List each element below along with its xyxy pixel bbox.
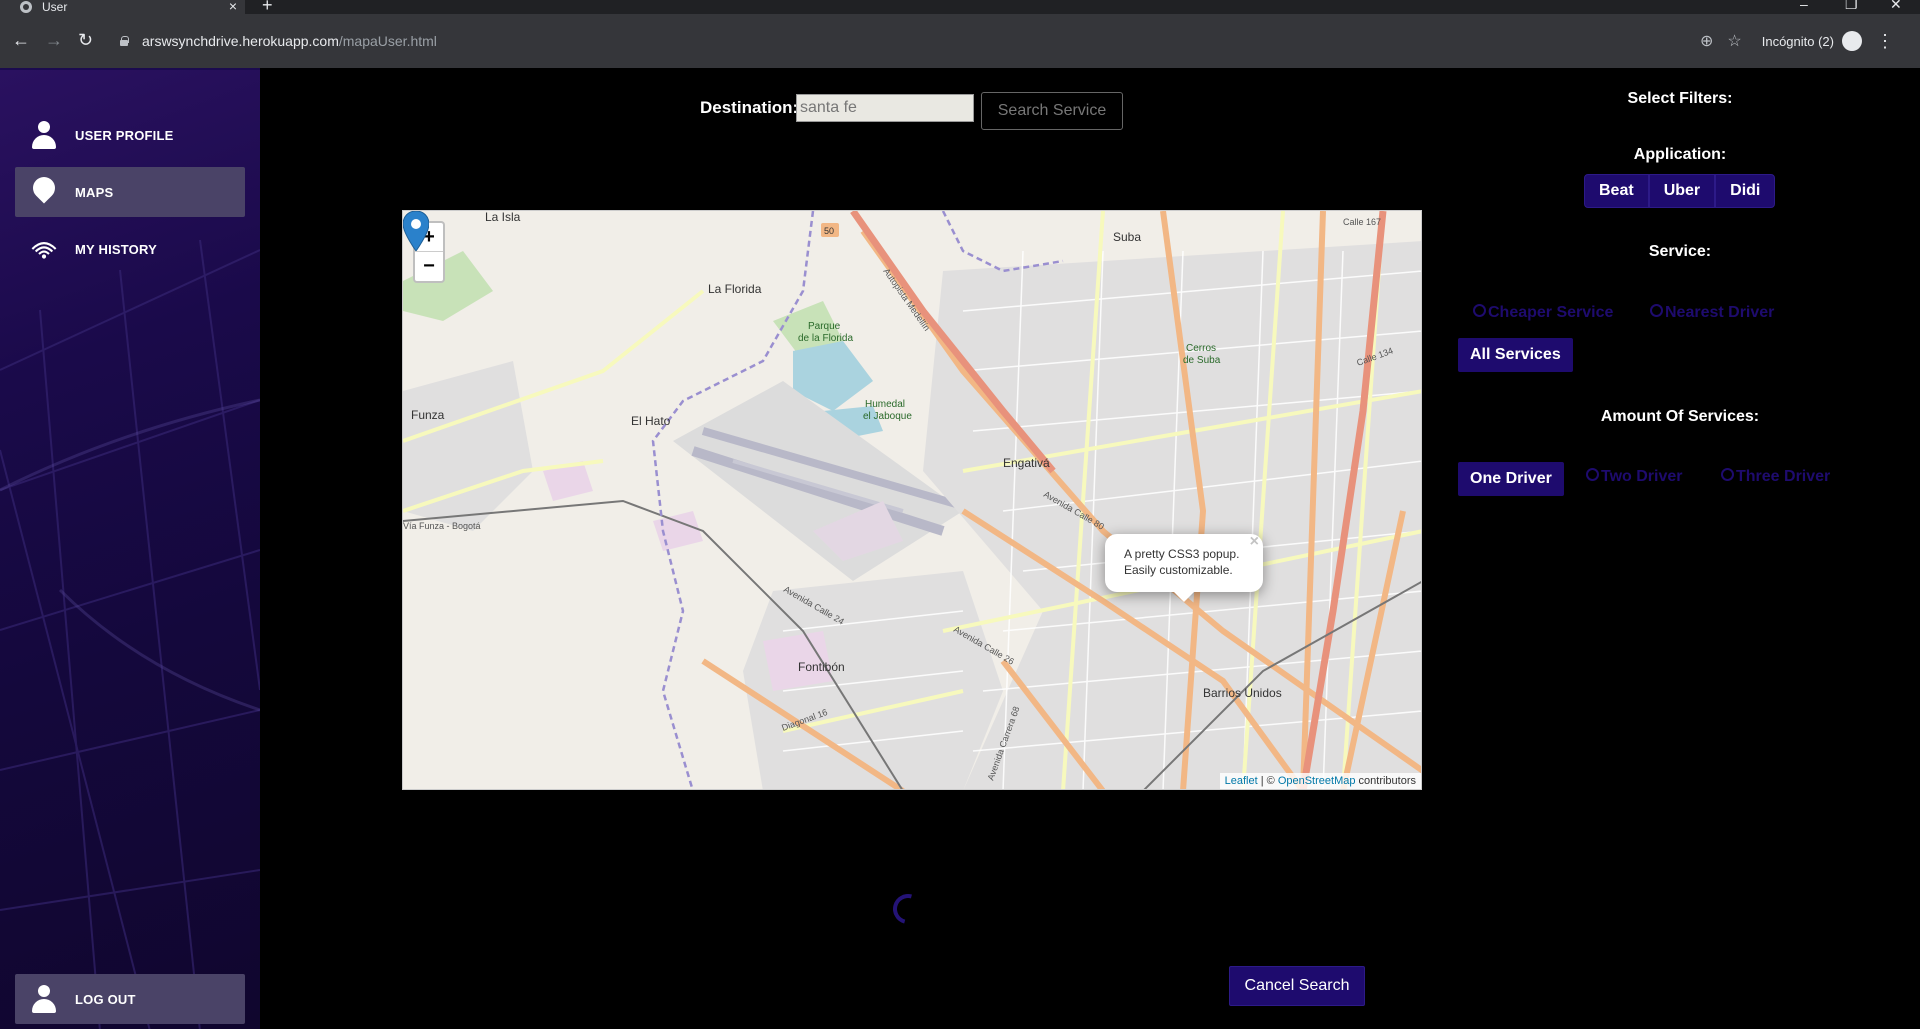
didi-button[interactable]: Didi	[1715, 174, 1776, 208]
loading-spinner-icon	[887, 888, 929, 930]
back-arrow-icon[interactable]: ←	[12, 30, 30, 50]
select-filters-title: Select Filters:	[1627, 90, 1733, 107]
application-title: Application:	[1633, 146, 1727, 163]
svg-text:Calle 167: Calle 167	[1343, 217, 1381, 227]
nearest-driver-label: Nearest Driver	[1665, 304, 1775, 321]
map-label-engativa: Engativá	[1003, 456, 1050, 470]
incognito-avatar-icon[interactable]	[1842, 31, 1862, 51]
person-icon	[29, 984, 59, 1014]
browser-menu-icon[interactable]: ⋮	[1876, 31, 1894, 52]
url-path: /mapaUser.html	[338, 33, 437, 49]
popup-tip	[1174, 592, 1194, 602]
svg-text:Cerros: Cerros	[1186, 343, 1216, 354]
map-label-barrios-unidos: Barrios Unidos	[1203, 686, 1282, 700]
popup-line-2: Easily customizable.	[1124, 563, 1233, 577]
sidebar-item-label: USER PROFILE	[75, 127, 174, 143]
incognito-label[interactable]: Incógnito (2)	[1762, 34, 1834, 49]
map-label-fontibon: Fontibón	[798, 660, 845, 674]
address-bar[interactable]: arswsynchdrive.herokuapp.com/mapaUser.ht…	[110, 28, 1900, 54]
minimize-icon[interactable]: –	[1800, 0, 1808, 11]
sidebar-item-label: MAPS	[75, 184, 114, 200]
url-host: arswsynchdrive.herokuapp.com	[142, 33, 339, 49]
radio-icon[interactable]	[1586, 467, 1599, 481]
map-label-suba: Suba	[1113, 230, 1141, 244]
amount-of-services-title: Amount Of Services:	[1600, 408, 1760, 425]
pin-icon	[29, 177, 59, 207]
browser-tab[interactable]: User ×	[0, 0, 245, 14]
svg-text:Parque: Parque	[808, 321, 841, 332]
service-title: Service:	[1648, 243, 1712, 260]
new-tab-button[interactable]: +	[262, 0, 273, 14]
all-services-button[interactable]: All Services	[1458, 338, 1573, 372]
popup-close-icon[interactable]: ×	[1250, 534, 1259, 550]
cancel-search-button[interactable]: Cancel Search	[1229, 966, 1365, 1006]
map-label-el-hato: El Hato	[631, 414, 671, 428]
one-driver-button[interactable]: One Driver	[1458, 462, 1564, 496]
svg-text:de la Florida: de la Florida	[798, 333, 853, 344]
star-icon[interactable]: ☆	[1727, 31, 1741, 51]
reload-icon[interactable]: ↻	[78, 30, 93, 50]
signal-icon	[29, 234, 59, 264]
omnibox-actions: ⊕ ☆ Incógnito (2) ⋮	[1686, 28, 1900, 54]
svg-text:Autopista Medellín: Autopista Medellín	[881, 266, 932, 332]
svg-text:Vía Funza - Bogotá: Vía Funza - Bogotá	[403, 521, 481, 531]
map-label-la-isla: La Isla	[485, 211, 521, 224]
openstreetmap-link[interactable]: OpenStreetMap	[1278, 775, 1356, 787]
nearest-driver-option[interactable]: Nearest Driver	[1650, 303, 1775, 322]
sidebar: USER PROFILE MAPS MY HISTORY LOG OUT	[0, 68, 260, 1029]
sidebar-item-user-profile[interactable]: USER PROFILE	[15, 110, 245, 160]
lock-icon[interactable]	[120, 36, 129, 46]
browser-toolbar: ← → ↻ arswsynchdrive.herokuapp.com/mapaU…	[0, 14, 1920, 68]
two-driver-option[interactable]: Two Driver	[1586, 467, 1683, 486]
two-driver-label: Two Driver	[1601, 468, 1683, 485]
maximize-icon[interactable]: ❐	[1845, 0, 1858, 11]
map-attribution: Leaflet | © OpenStreetMap contributors	[1219, 773, 1421, 789]
sidebar-item-my-history[interactable]: MY HISTORY	[15, 224, 245, 274]
svg-text:50: 50	[824, 226, 834, 236]
radio-icon[interactable]	[1650, 303, 1663, 317]
zoom-out-button[interactable]: −	[415, 252, 443, 281]
page: USER PROFILE MAPS MY HISTORY LOG OUT Des…	[0, 68, 1920, 1029]
logout-label: LOG OUT	[75, 991, 136, 1007]
svg-text:de Suba: de Suba	[1183, 355, 1221, 366]
forward-arrow-icon[interactable]: →	[45, 30, 63, 50]
map-popup: × A pretty CSS3 popup. Easily customizab…	[1105, 534, 1263, 602]
sidebar-item-label: MY HISTORY	[75, 241, 157, 257]
location-icon[interactable]: ⊕	[1700, 31, 1713, 51]
leaflet-link[interactable]: Leaflet	[1225, 775, 1258, 787]
tab-title: User	[42, 0, 68, 14]
globe-icon	[20, 1, 32, 13]
logout-button[interactable]: LOG OUT	[15, 974, 245, 1024]
beat-button[interactable]: Beat	[1584, 174, 1649, 208]
three-driver-label: Three Driver	[1736, 468, 1831, 485]
svg-text:Humedal: Humedal	[865, 399, 905, 410]
search-service-button[interactable]: Search Service	[981, 92, 1123, 130]
three-driver-option[interactable]: Three Driver	[1721, 467, 1831, 486]
map-tiles[interactable]: La Isla Suba La Florida Funza El Hato En…	[403, 211, 1422, 790]
window-close-icon[interactable]: ✕	[1890, 0, 1902, 11]
radio-icon[interactable]	[1473, 303, 1486, 317]
uber-button[interactable]: Uber	[1648, 174, 1716, 208]
map-label-funza: Funza	[411, 408, 445, 422]
destination-input[interactable]	[796, 94, 974, 122]
sidebar-item-maps[interactable]: MAPS	[15, 167, 245, 217]
svg-text:el Jaboque: el Jaboque	[863, 411, 912, 422]
cheaper-service-label: Cheaper Service	[1488, 304, 1614, 321]
cheaper-service-option[interactable]: Cheaper Service	[1473, 303, 1614, 322]
map-label-la-florida: La Florida	[708, 282, 762, 296]
person-icon	[29, 120, 59, 150]
map-marker-icon[interactable]	[403, 211, 429, 251]
popup-line-1: A pretty CSS3 popup.	[1124, 547, 1240, 561]
destination-label: Destination:	[700, 98, 799, 117]
browser-tab-bar: User × + – ❐ ✕	[0, 0, 1920, 14]
tab-close-icon[interactable]: ×	[229, 0, 237, 13]
application-button-group: Beat Uber Didi	[1584, 174, 1776, 208]
radio-icon[interactable]	[1721, 467, 1734, 481]
map[interactable]: La Isla Suba La Florida Funza El Hato En…	[402, 210, 1422, 790]
